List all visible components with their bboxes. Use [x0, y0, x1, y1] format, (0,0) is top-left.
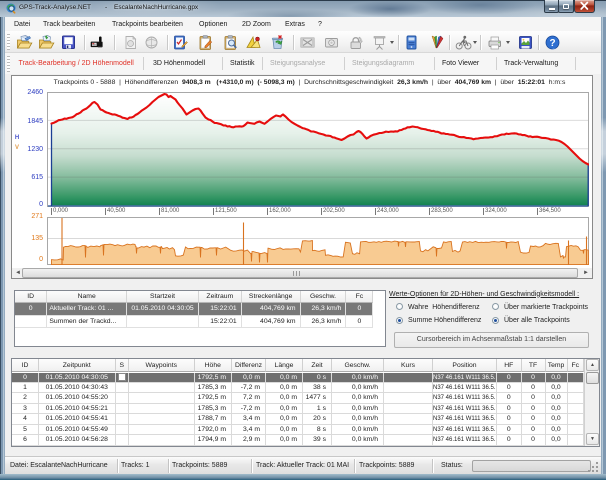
svg-text:?: ?	[549, 38, 555, 49]
